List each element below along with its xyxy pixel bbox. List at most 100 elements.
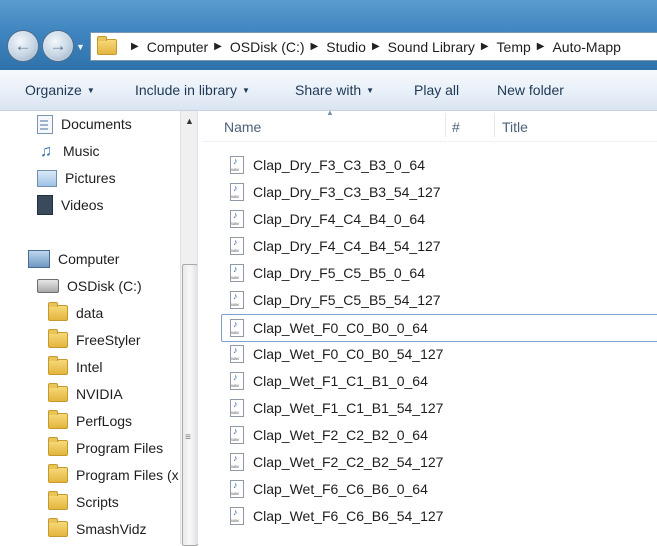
new-folder-button[interactable]: New folder (497, 82, 564, 98)
nav-item-videos[interactable]: Videos (37, 194, 104, 216)
back-button[interactable]: ← (7, 30, 39, 62)
scroll-up-arrow-icon[interactable]: ▲ (185, 116, 194, 126)
nav-item-folder[interactable]: FreeStyler (48, 329, 141, 351)
nav-item-osdisk[interactable]: OSDisk (C:) (37, 275, 142, 297)
chevron-right-icon[interactable]: ▶ (214, 41, 222, 52)
wav-file-icon (230, 453, 244, 471)
nav-item-folder[interactable]: Program Files (x (48, 464, 179, 486)
chevron-right-icon[interactable]: ▶ (537, 41, 545, 52)
chevron-right-icon: ▶ (131, 41, 139, 52)
folder-icon (48, 356, 68, 375)
chevron-right-icon[interactable]: ▶ (481, 41, 489, 52)
computer-icon (28, 250, 50, 268)
file-row[interactable]: Clap_Wet_F6_C6_B6_54_127 (222, 503, 657, 529)
nav-item-folder[interactable]: PerfLogs (48, 410, 132, 432)
breadcrumb-label: Studio (326, 38, 366, 55)
folder-icon (48, 437, 68, 456)
wav-file-icon (230, 156, 244, 174)
breadcrumb-label: Computer (146, 38, 209, 55)
file-name: Clap_Wet_F2_C2_B2_0_64 (253, 427, 428, 443)
arrow-left-icon: ← (14, 36, 32, 55)
nav-item-music[interactable]: ♫ Music (37, 140, 100, 162)
chevron-right-icon[interactable]: ▶ (372, 41, 380, 52)
share-with-button[interactable]: Share with ▼ (295, 82, 374, 98)
file-row[interactable]: Clap_Dry_F3_C3_B3_54_127 (222, 179, 657, 205)
file-name: Clap_Dry_F3_C3_B3_54_127 (253, 184, 441, 200)
breadcrumb-label: Auto-Mapp (552, 38, 621, 55)
arrow-right-icon: → (49, 36, 67, 55)
wav-file-icon (230, 507, 244, 525)
address-field[interactable]: ▶ Computer ▶ OSDisk (C:) ▶ Studio ▶ Soun… (90, 32, 657, 61)
nav-item-documents[interactable]: Documents (37, 113, 132, 135)
nav-item-folder[interactable]: NVIDIA (48, 383, 123, 405)
file-row[interactable]: Clap_Wet_F2_C2_B2_0_64 (222, 422, 657, 448)
column-header-name[interactable]: Name (224, 119, 261, 135)
new-folder-label: New folder (497, 82, 564, 98)
file-row[interactable]: Clap_Dry_F5_C5_B5_54_127 (222, 287, 657, 313)
file-name: Clap_Wet_F2_C2_B2_54_127 (253, 454, 444, 470)
breadcrumb-temp[interactable]: Temp ▶ (497, 39, 553, 55)
file-row[interactable]: Clap_Wet_F0_C0_B0_0_64 (221, 314, 657, 342)
breadcrumb-separator[interactable]: ▶ (125, 41, 147, 52)
column-divider[interactable] (494, 113, 495, 137)
recent-pages-dropdown-icon[interactable]: ▼ (76, 42, 85, 52)
breadcrumb-osdisk[interactable]: OSDisk (C:) ▶ (230, 39, 326, 55)
file-row[interactable]: Clap_Wet_F0_C0_B0_54_127 (222, 341, 657, 367)
file-name: Clap_Dry_F5_C5_B5_0_64 (253, 265, 425, 281)
nav-item-label: PerfLogs (76, 413, 133, 429)
drive-icon (37, 279, 59, 293)
file-row[interactable]: Clap_Wet_F1_C1_B1_54_127 (222, 395, 657, 421)
organize-button[interactable]: Organize ▼ (25, 82, 95, 98)
file-row[interactable]: Clap_Wet_F6_C6_B6_0_64 (222, 476, 657, 502)
nav-item-label: Videos (61, 197, 104, 213)
folder-icon (97, 35, 117, 55)
videos-icon (37, 195, 53, 215)
include-in-library-button[interactable]: Include in library ▼ (135, 82, 250, 98)
nav-item-label: Intel (76, 359, 103, 375)
nav-item-pictures[interactable]: Pictures (37, 167, 116, 189)
breadcrumb-computer[interactable]: Computer ▶ (147, 39, 230, 55)
nav-item-folder[interactable]: SmashVidz (48, 518, 147, 540)
folder-icon (48, 329, 68, 348)
column-divider[interactable] (445, 113, 446, 137)
wav-file-icon (230, 264, 244, 282)
file-row[interactable]: Clap_Wet_F2_C2_B2_54_127 (222, 449, 657, 475)
nav-item-label: Music (63, 143, 100, 159)
documents-icon (37, 114, 53, 134)
nav-item-computer[interactable]: Computer (28, 248, 119, 270)
wav-file-icon (230, 399, 244, 417)
nav-item-label: data (76, 305, 104, 321)
breadcrumb-label: Sound Library (387, 38, 475, 55)
column-header-number[interactable]: # (452, 119, 460, 135)
file-row[interactable]: Clap_Dry_F5_C5_B5_0_64 (222, 260, 657, 286)
chevron-right-icon[interactable]: ▶ (311, 41, 319, 52)
file-name: Clap_Dry_F3_C3_B3_0_64 (253, 157, 425, 173)
sort-ascending-icon: ▲ (326, 108, 334, 117)
nav-item-folder[interactable]: Intel (48, 356, 102, 378)
column-header-title[interactable]: Title (502, 119, 528, 135)
wav-file-icon (230, 237, 244, 255)
file-row[interactable]: Clap_Dry_F3_C3_B3_0_64 (222, 152, 657, 178)
file-name: Clap_Wet_F0_C0_B0_0_64 (253, 320, 428, 336)
nav-item-folder[interactable]: data (48, 302, 103, 324)
forward-button[interactable]: → (42, 30, 74, 62)
music-icon: ♫ (40, 142, 52, 160)
nav-item-label: Pictures (65, 170, 116, 186)
file-row[interactable]: Clap_Dry_F4_C4_B4_0_64 (222, 206, 657, 232)
file-name: Clap_Dry_F5_C5_B5_54_127 (253, 292, 441, 308)
nav-item-folder[interactable]: Scripts (48, 491, 119, 513)
nav-item-label: SmashVidz (76, 521, 147, 537)
file-name: Clap_Wet_F6_C6_B6_54_127 (253, 508, 444, 524)
play-all-button[interactable]: Play all (414, 82, 459, 98)
file-row[interactable]: Clap_Dry_F4_C4_B4_54_127 (222, 233, 657, 259)
breadcrumb-auto-mapp[interactable]: Auto-Mapp (552, 39, 620, 55)
navigation-scrollbar[interactable]: ▲ ≡ (180, 111, 198, 546)
file-list-pane: ▲ Name # Title Clap_Dry_F3_C3_B3_0_64 Cla… (202, 108, 657, 544)
scrollbar-thumb[interactable] (182, 264, 198, 546)
breadcrumb-sound-library[interactable]: Sound Library ▶ (388, 39, 497, 55)
nav-item-label: FreeStyler (76, 332, 141, 348)
file-row[interactable]: Clap_Wet_F1_C1_B1_0_64 (222, 368, 657, 394)
nav-item-folder[interactable]: Program Files (48, 437, 163, 459)
breadcrumb-studio[interactable]: Studio ▶ (326, 39, 387, 55)
nav-item-label: OSDisk (C:) (67, 278, 142, 294)
